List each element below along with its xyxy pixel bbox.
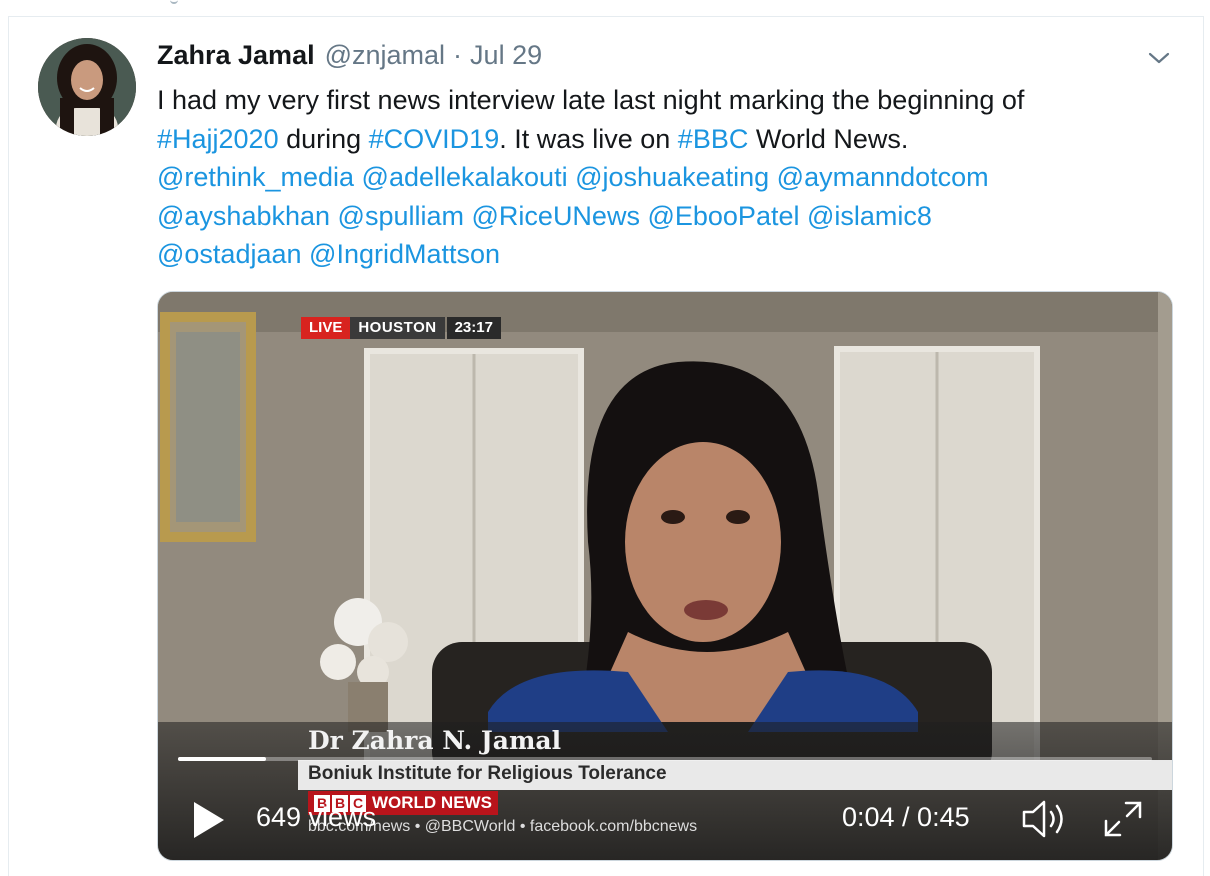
- more-options-button[interactable]: [1146, 46, 1172, 70]
- previous-tweet-edge: [0, 0, 1210, 16]
- mentions-line-2: @ayshabkhan @spulliam @RiceUNews @EbooPa…: [157, 197, 1167, 236]
- volume-button[interactable]: [1020, 797, 1070, 841]
- fullscreen-button[interactable]: [1100, 797, 1146, 841]
- mention-link[interactable]: @RiceUNews: [472, 201, 640, 231]
- fullscreen-icon: [1104, 801, 1142, 837]
- tweet-date[interactable]: Jul 29: [470, 40, 542, 71]
- play-icon: [194, 802, 224, 838]
- user-handle[interactable]: @znjamal: [325, 40, 445, 71]
- lower-third-name: Dr Zahra N. Jamal: [308, 726, 562, 755]
- live-label: LIVE: [301, 317, 351, 339]
- lower-third-title: Boniuk Institute for Religious Tolerance: [308, 763, 667, 784]
- live-clock: 23:17: [446, 317, 501, 339]
- mention-link[interactable]: @rethink_media: [157, 162, 354, 192]
- tweet-text-fragment: World News.: [748, 123, 909, 154]
- play-button[interactable]: [188, 798, 228, 842]
- view-count: 649 views: [256, 802, 377, 832]
- mention-link[interactable]: @aymanndotcom: [777, 162, 989, 192]
- separator: ·: [453, 40, 463, 70]
- previous-tweet-icon: [170, 0, 178, 4]
- mention-link[interactable]: @spulliam: [338, 201, 464, 231]
- hashtag-link[interactable]: #BBC: [678, 124, 749, 154]
- tweet-header: Zahra Jamal @znjamal · Jul 29: [157, 40, 542, 76]
- mention-link[interactable]: @ayshabkhan: [157, 201, 330, 231]
- mention-link[interactable]: @islamic8: [807, 201, 932, 231]
- avatar[interactable]: [38, 38, 136, 136]
- live-city: HOUSTON: [350, 317, 445, 339]
- hashtag-link[interactable]: #Hajj2020: [157, 124, 279, 154]
- mention-link[interactable]: @EbooPatel: [647, 201, 799, 231]
- mention-link[interactable]: @joshuakeating: [575, 162, 769, 192]
- volume-icon: [1022, 800, 1063, 838]
- avatar-image: [38, 38, 136, 136]
- tweet-text-fragment: . It was live on: [499, 123, 678, 154]
- mention-link[interactable]: @ostadjaan: [157, 239, 302, 269]
- live-badge: LIVE HOUSTON 23:17: [301, 317, 501, 339]
- tweet-text-fragment: during: [278, 123, 369, 154]
- mention-link[interactable]: @adellekalakouti: [362, 162, 568, 192]
- tweet-text-line-2: #Hajj2020 during #COVID19. It was live o…: [157, 120, 1167, 159]
- mentions-line-1: @rethink_media @adellekalakouti @joshuak…: [157, 158, 1167, 197]
- channel-name: WORLD NEWS: [372, 793, 492, 812]
- mention-link[interactable]: @IngridMattson: [309, 239, 500, 269]
- chevron-down-icon: [1148, 52, 1170, 64]
- mentions-line-3: @ostadjaan @IngridMattson: [157, 235, 1167, 274]
- progress-fill: [178, 757, 266, 761]
- progress-bar[interactable]: [178, 757, 1152, 761]
- time-display: 0:04 / 0:45: [842, 802, 970, 832]
- display-name[interactable]: Zahra Jamal: [157, 40, 315, 71]
- video-player[interactable]: LIVE HOUSTON 23:17 Dr Zahra N. Jamal Bon…: [157, 291, 1173, 861]
- tweet-text-line-1: I had my very first news interview late …: [157, 85, 1025, 115]
- hashtag-link[interactable]: #COVID19: [369, 124, 500, 154]
- tweet-text: I had my very first news interview late …: [157, 81, 1167, 274]
